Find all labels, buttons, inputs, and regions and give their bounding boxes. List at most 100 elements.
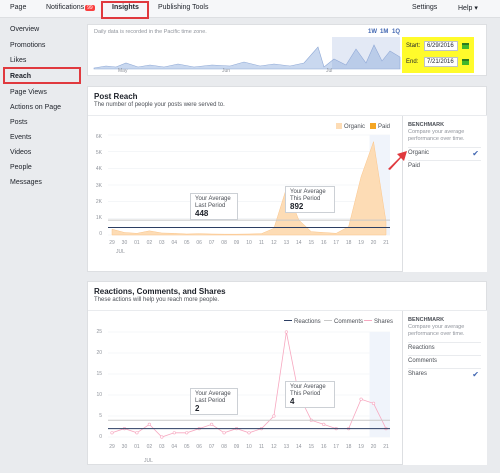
end-label: End: (406, 59, 419, 65)
x-tick: 06 (196, 444, 202, 450)
insights-highlight (101, 1, 149, 19)
tab-notifications[interactable]: Notifications 99 (46, 4, 95, 11)
sidebar-item-posts[interactable]: Posts (10, 119, 28, 126)
sidebar-item-page-views[interactable]: Page Views (10, 89, 47, 96)
x-tick: 18 (345, 444, 352, 450)
x-tick: 19 (358, 444, 364, 450)
x-tick: 06 (196, 240, 202, 246)
legend-reactions: Reactions (284, 319, 321, 325)
x-tick: 17 (333, 240, 339, 246)
divider (408, 355, 481, 356)
settings-link[interactable]: Settings (412, 4, 437, 11)
y-tick: 0 (99, 434, 102, 440)
sidebar-item-messages[interactable]: Messages (10, 179, 42, 186)
x-tick: 21 (383, 444, 389, 450)
divider (408, 160, 481, 161)
avg-value: 2 (195, 404, 200, 413)
avg-last-period: Your Average Last Period 448 (190, 193, 238, 220)
avg-label: Your Average (290, 384, 326, 390)
x-tick: 03 (159, 240, 165, 246)
data-point (359, 397, 363, 401)
data-point (110, 431, 114, 435)
x-tick: 10 (246, 444, 252, 450)
x-tick: 05 (183, 444, 190, 450)
benchmark-option-paid[interactable]: Paid (408, 163, 420, 169)
x-tick: 13 (283, 444, 290, 450)
top-nav: Page Notifications 99 Insights Publishing… (0, 0, 500, 18)
tab-publishing-tools[interactable]: Publishing Tools (158, 4, 208, 11)
x-tick: 20 (370, 444, 377, 450)
x-tick: 03 (159, 444, 165, 450)
overview-sparkline (93, 37, 401, 70)
series-line-reactions (111, 331, 387, 438)
post-reach-title: Post Reach (94, 92, 138, 101)
legend-label: Paid (378, 124, 391, 130)
x-tick: 29 (109, 240, 115, 246)
x-tick: 07 (208, 240, 215, 246)
x-tick: 12 (271, 240, 277, 246)
range-1m-button[interactable]: 1M (380, 29, 388, 35)
y-tick: 4K (95, 166, 102, 172)
y-tick: 6K (95, 134, 102, 140)
x-tick: 16 (320, 444, 327, 450)
sidebar-item-actions-on-page[interactable]: Actions on Page (10, 104, 61, 111)
calendar-icon[interactable] (462, 43, 469, 49)
end-date-input[interactable]: 7/21/2016 (424, 57, 458, 67)
sidebar-item-promotions[interactable]: Promotions (10, 42, 45, 49)
x-tick: 09 (233, 240, 240, 246)
y-tick: 15 (96, 371, 102, 377)
sidebar-item-events[interactable]: Events (10, 134, 31, 141)
avg-value: 4 (290, 397, 295, 406)
sidebar-item-overview[interactable]: Overview (10, 26, 39, 33)
benchmark-description: Compare your average performance over ti… (408, 324, 465, 337)
x-tick: 07 (208, 444, 215, 450)
legend-label: Comments (334, 319, 364, 325)
avg-value: 892 (290, 202, 304, 211)
x-tick: 02 (146, 444, 153, 450)
legend-organic: Organic (336, 123, 365, 130)
reactions-chart (108, 330, 390, 439)
start-date-input[interactable]: 6/29/2016 (424, 41, 458, 51)
x-tick: 01 (134, 444, 140, 450)
legend-swatch (370, 123, 376, 129)
x-tick: 20 (370, 240, 377, 246)
data-point (135, 431, 139, 435)
data-point (371, 401, 376, 405)
avg-label: Last Period (195, 398, 226, 404)
legend-label: Organic (344, 124, 366, 130)
x-tick: 02 (146, 240, 153, 246)
sidebar-item-likes[interactable]: Likes (10, 57, 26, 64)
data-point (160, 435, 164, 439)
reactions-subtitle: These actions will help you reach more p… (94, 297, 220, 303)
x-tick: 10 (246, 240, 252, 246)
avg-label: Your Average (195, 391, 231, 397)
x-tick: 30 (121, 240, 128, 246)
tab-page[interactable]: Page (10, 4, 26, 11)
legend-label: Shares (374, 319, 394, 325)
benchmark-option-organic[interactable]: Organic (408, 150, 429, 156)
y-tick: 5 (99, 413, 102, 419)
data-point (272, 414, 276, 418)
reactions-title: Reactions, Comments, and Shares (94, 287, 226, 296)
x-tick: 21 (383, 240, 389, 246)
x-tick: 17 (333, 444, 339, 450)
avg-this-period: Your Average This Period 4 (285, 381, 335, 408)
red-arrow-icon (388, 151, 407, 170)
check-icon: ✔ (472, 149, 479, 158)
divider (408, 342, 481, 343)
calendar-icon[interactable] (462, 59, 469, 65)
notification-badge: 99 (85, 5, 95, 11)
sidebar-item-people[interactable]: People (10, 164, 32, 171)
data-point (247, 431, 251, 435)
legend-swatch (324, 320, 332, 321)
range-1q-button[interactable]: 1Q (392, 29, 400, 35)
benchmark-option-reactions[interactable]: Reactions (408, 345, 435, 351)
range-1w-button[interactable]: 1W (368, 29, 377, 35)
sidebar-item-videos[interactable]: Videos (10, 149, 31, 156)
y-tick: 25 (96, 329, 102, 335)
benchmark-option-shares[interactable]: Shares (408, 371, 427, 377)
data-point (185, 431, 189, 435)
x-tick: 19 (358, 240, 364, 246)
help-menu[interactable]: Help ▾ (458, 4, 478, 12)
benchmark-option-comments[interactable]: Comments (408, 358, 437, 364)
